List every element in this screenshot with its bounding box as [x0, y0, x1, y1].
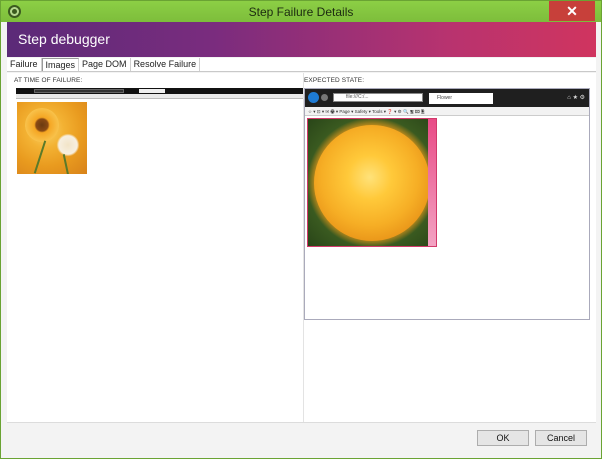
- back-arrow-icon: [308, 92, 319, 103]
- tab-failure[interactable]: Failure: [7, 58, 42, 71]
- failure-address-bar: [34, 89, 124, 93]
- forward-arrow-icon: [321, 94, 328, 101]
- tab-strip: Failure Images Page DOM Resolve Failure: [7, 58, 596, 72]
- step-failure-details-window: Step Failure Details ✕ Step debugger Fai…: [0, 0, 602, 459]
- expected-pane-label: EXPECTED STATE:: [304, 77, 365, 84]
- images-panel: AT TIME OF FAILURE: EXPECTED STATE: file…: [7, 73, 596, 422]
- ok-button[interactable]: OK: [477, 430, 529, 446]
- title-bar[interactable]: Step Failure Details ✕: [1, 1, 601, 22]
- tab-images[interactable]: Images: [41, 58, 80, 71]
- expected-address-bar: file:///C:/...: [333, 93, 423, 102]
- window-title: Step Failure Details: [248, 5, 354, 19]
- failure-flower-image: [17, 102, 87, 174]
- flower-stem: [33, 140, 47, 174]
- flower-head: [25, 108, 59, 142]
- failure-pane-label: AT TIME OF FAILURE:: [14, 77, 83, 84]
- cancel-button[interactable]: Cancel: [535, 430, 587, 446]
- expected-flower-image: [307, 118, 437, 247]
- browser-home-star-gear-icon: ⌂ ★ ⚙: [567, 95, 585, 101]
- dialog-footer: OK Cancel: [7, 422, 596, 453]
- close-icon: ✕: [566, 3, 578, 19]
- failure-browser-tab: [139, 89, 165, 93]
- expected-command-bar: ☆ ▾ ⊡ ▾ ✉ 🖶 ▾ Page ▾ Safety ▾ Tools ▾ ❓ …: [305, 107, 589, 116]
- pink-flower-edge: [428, 119, 436, 246]
- marigold-head: [314, 125, 430, 241]
- close-button[interactable]: ✕: [549, 1, 595, 21]
- flower-head-secondary: [55, 132, 81, 158]
- failure-screenshot: [16, 88, 305, 328]
- failure-browser-toolbar: [16, 94, 305, 99]
- tab-resolve-failure[interactable]: Resolve Failure: [130, 58, 201, 71]
- header-banner: Step debugger: [7, 22, 596, 57]
- header-title: Step debugger: [18, 31, 110, 47]
- expected-screenshot: file:///C:/... Flower ⌂ ★ ⚙ ☆ ▾ ⊡ ▾ ✉ 🖶 …: [304, 88, 590, 320]
- tab-page-dom[interactable]: Page DOM: [79, 58, 131, 71]
- expected-browser-titlebar: file:///C:/... Flower ⌂ ★ ⚙: [305, 89, 589, 107]
- expected-browser-tab: Flower: [429, 93, 493, 104]
